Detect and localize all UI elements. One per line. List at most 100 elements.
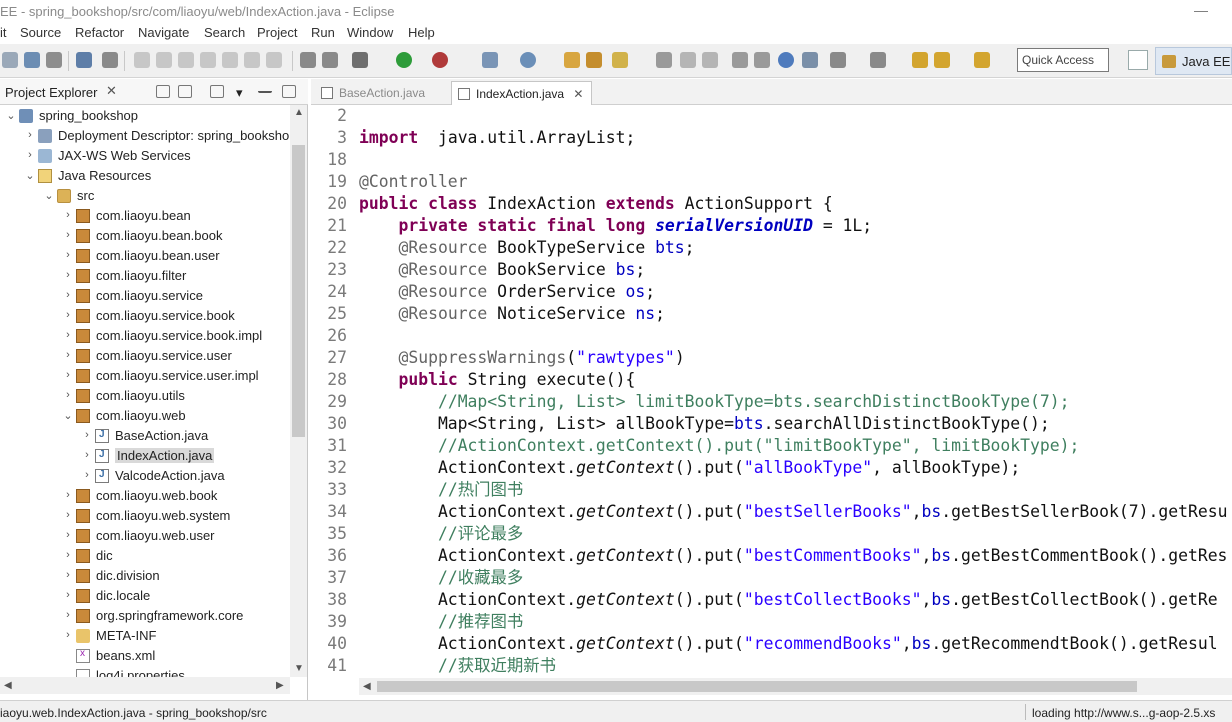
expand-arrow-icon[interactable]: › (63, 629, 73, 641)
step-over-icon[interactable] (244, 52, 260, 68)
code-line[interactable]: 34 ActionContext.getContext().put("bestS… (311, 501, 1232, 523)
collapse-all-icon[interactable] (156, 85, 170, 98)
tree-item[interactable]: › dic.division (0, 566, 290, 586)
expand-arrow-icon[interactable]: › (63, 269, 73, 281)
annotation-icon[interactable] (802, 52, 818, 68)
tree-item[interactable]: ⌄ Java Resources (0, 166, 290, 186)
tree-item[interactable]: › com.liaoyu.service.book (0, 306, 290, 326)
new-icon[interactable] (2, 52, 18, 68)
run-server-icon[interactable] (432, 52, 448, 68)
step-into-icon[interactable] (222, 52, 238, 68)
expand-arrow-icon[interactable]: › (82, 469, 92, 481)
scroll-left-icon[interactable]: ◀ (4, 680, 12, 691)
tree-item[interactable]: log4j.properties (0, 666, 290, 677)
collapse-arrow-icon[interactable]: ⌄ (63, 409, 73, 422)
code-line[interactable]: 20 public class IndexAction extends Actio… (311, 193, 1232, 215)
expand-arrow-icon[interactable]: › (63, 329, 73, 341)
collapse-arrow-icon[interactable]: ⌄ (44, 189, 54, 202)
tree-item[interactable]: › com.liaoyu.web.system (0, 506, 290, 526)
explorer-horizontal-scrollbar[interactable]: ◀ ▶ (0, 677, 290, 694)
expand-arrow-icon[interactable]: › (63, 229, 73, 241)
scroll-up-icon[interactable]: ▲ (294, 107, 304, 118)
terminate-icon[interactable] (178, 52, 194, 68)
forward-icon[interactable] (974, 52, 990, 68)
expand-arrow-icon[interactable]: › (63, 209, 73, 221)
expand-arrow-icon[interactable]: › (63, 369, 73, 381)
run-icon[interactable] (396, 52, 412, 68)
expand-arrow-icon[interactable]: › (63, 309, 73, 321)
expand-arrow-icon[interactable]: › (63, 509, 73, 521)
disconnect-icon[interactable] (200, 52, 216, 68)
tree-item[interactable]: › com.liaoyu.utils (0, 386, 290, 406)
menu-navigate[interactable]: Navigate (138, 25, 189, 40)
expand-arrow-icon[interactable]: › (63, 549, 73, 561)
tree-item[interactable]: ⌄ spring_bookshop (0, 106, 290, 126)
console-icon[interactable] (76, 52, 92, 68)
expand-arrow-icon[interactable]: › (63, 589, 73, 601)
format-icon[interactable] (754, 52, 770, 68)
expand-arrow-icon[interactable]: › (63, 249, 73, 261)
tree-item[interactable]: › META-INF (0, 626, 290, 646)
tree-item[interactable]: › ValcodeAction.java (0, 466, 290, 486)
filter-icon[interactable] (210, 85, 224, 98)
code-line[interactable]: 25 @Resource NoticeService ns; (311, 303, 1232, 325)
link-with-editor-icon[interactable] (178, 85, 192, 98)
expand-arrow-icon[interactable]: › (63, 489, 73, 501)
show-whitespace-icon[interactable] (702, 52, 718, 68)
suspend-icon[interactable] (156, 52, 172, 68)
code-line[interactable]: 29 //Map<String, List> limitBookType=bts… (311, 391, 1232, 413)
maximize-view-icon[interactable] (282, 85, 296, 98)
close-view-icon[interactable]: ✕ (106, 83, 117, 99)
drop-to-frame-icon[interactable] (322, 52, 338, 68)
view-menu-icon[interactable]: ▾ (236, 85, 250, 100)
new-class-icon[interactable] (520, 52, 536, 68)
scrollbar-thumb[interactable] (292, 145, 305, 437)
toggle-block-selection-icon[interactable] (680, 52, 696, 68)
code-line[interactable]: 35 //评论最多 (311, 523, 1232, 545)
code-line[interactable]: 26 (311, 325, 1232, 347)
tree-item[interactable]: › com.liaoyu.bean.book (0, 226, 290, 246)
search-icon[interactable] (612, 52, 628, 68)
menu-run[interactable]: Run (311, 25, 335, 40)
scroll-right-icon[interactable]: ▶ (276, 680, 284, 691)
code-line[interactable]: 39 //推荐图书 (311, 611, 1232, 633)
expand-arrow-icon[interactable]: › (63, 289, 73, 301)
toggle-mark-occurrences-icon[interactable] (656, 52, 672, 68)
expand-arrow-icon[interactable]: › (63, 609, 73, 621)
expand-arrow-icon[interactable]: › (82, 449, 92, 461)
menu-help[interactable]: Help (408, 25, 435, 40)
open-task-icon[interactable] (586, 52, 602, 68)
minimize-button[interactable]: — (1194, 2, 1208, 18)
browser-icon[interactable] (778, 52, 794, 68)
tree-item[interactable]: › BaseAction.java (0, 426, 290, 446)
tree-item[interactable]: › com.liaoyu.bean.user (0, 246, 290, 266)
save-icon[interactable] (24, 52, 40, 68)
tree-item[interactable]: › com.liaoyu.filter (0, 266, 290, 286)
code-line[interactable]: 22 @Resource BookTypeService bts; (311, 237, 1232, 259)
tree-item[interactable]: › IndexAction.java (0, 446, 290, 466)
code-line[interactable]: 31 //ActionContext.getContext().put("lim… (311, 435, 1232, 457)
menu-refactor[interactable]: Refactor (75, 25, 124, 40)
expand-arrow-icon[interactable]: › (82, 429, 92, 441)
menu-file[interactable]: it (0, 25, 7, 40)
open-type-icon[interactable] (564, 52, 580, 68)
open-perspective-button[interactable] (1128, 50, 1148, 70)
tree-item[interactable]: › org.springframework.core (0, 606, 290, 626)
code-line[interactable]: 28 public String execute(){ (311, 369, 1232, 391)
java-ee-perspective-button[interactable]: Java EE (1155, 47, 1232, 75)
expand-arrow-icon[interactable]: › (63, 569, 73, 581)
code-line[interactable]: 2 (311, 105, 1232, 127)
tab-index-action[interactable]: IndexAction.java ✕ (451, 81, 593, 105)
code-line[interactable]: 27 @SuppressWarnings("rawtypes") (311, 347, 1232, 369)
code-line[interactable]: 33 //热门图书 (311, 479, 1232, 501)
collapse-arrow-icon[interactable]: ⌄ (6, 109, 16, 122)
code-line[interactable]: 3 import java.util.ArrayList; (311, 127, 1232, 149)
back-icon[interactable] (934, 52, 950, 68)
save-all-icon[interactable] (46, 52, 62, 68)
scrollbar-thumb[interactable] (377, 681, 1137, 692)
collapse-arrow-icon[interactable]: ⌄ (25, 169, 35, 182)
expand-arrow-icon[interactable]: › (63, 529, 73, 541)
code-line[interactable]: 40 ActionContext.getContext().put("recom… (311, 633, 1232, 655)
code-line[interactable]: 41 //获取近期新书 (311, 655, 1232, 677)
minimize-view-icon[interactable] (258, 85, 272, 93)
